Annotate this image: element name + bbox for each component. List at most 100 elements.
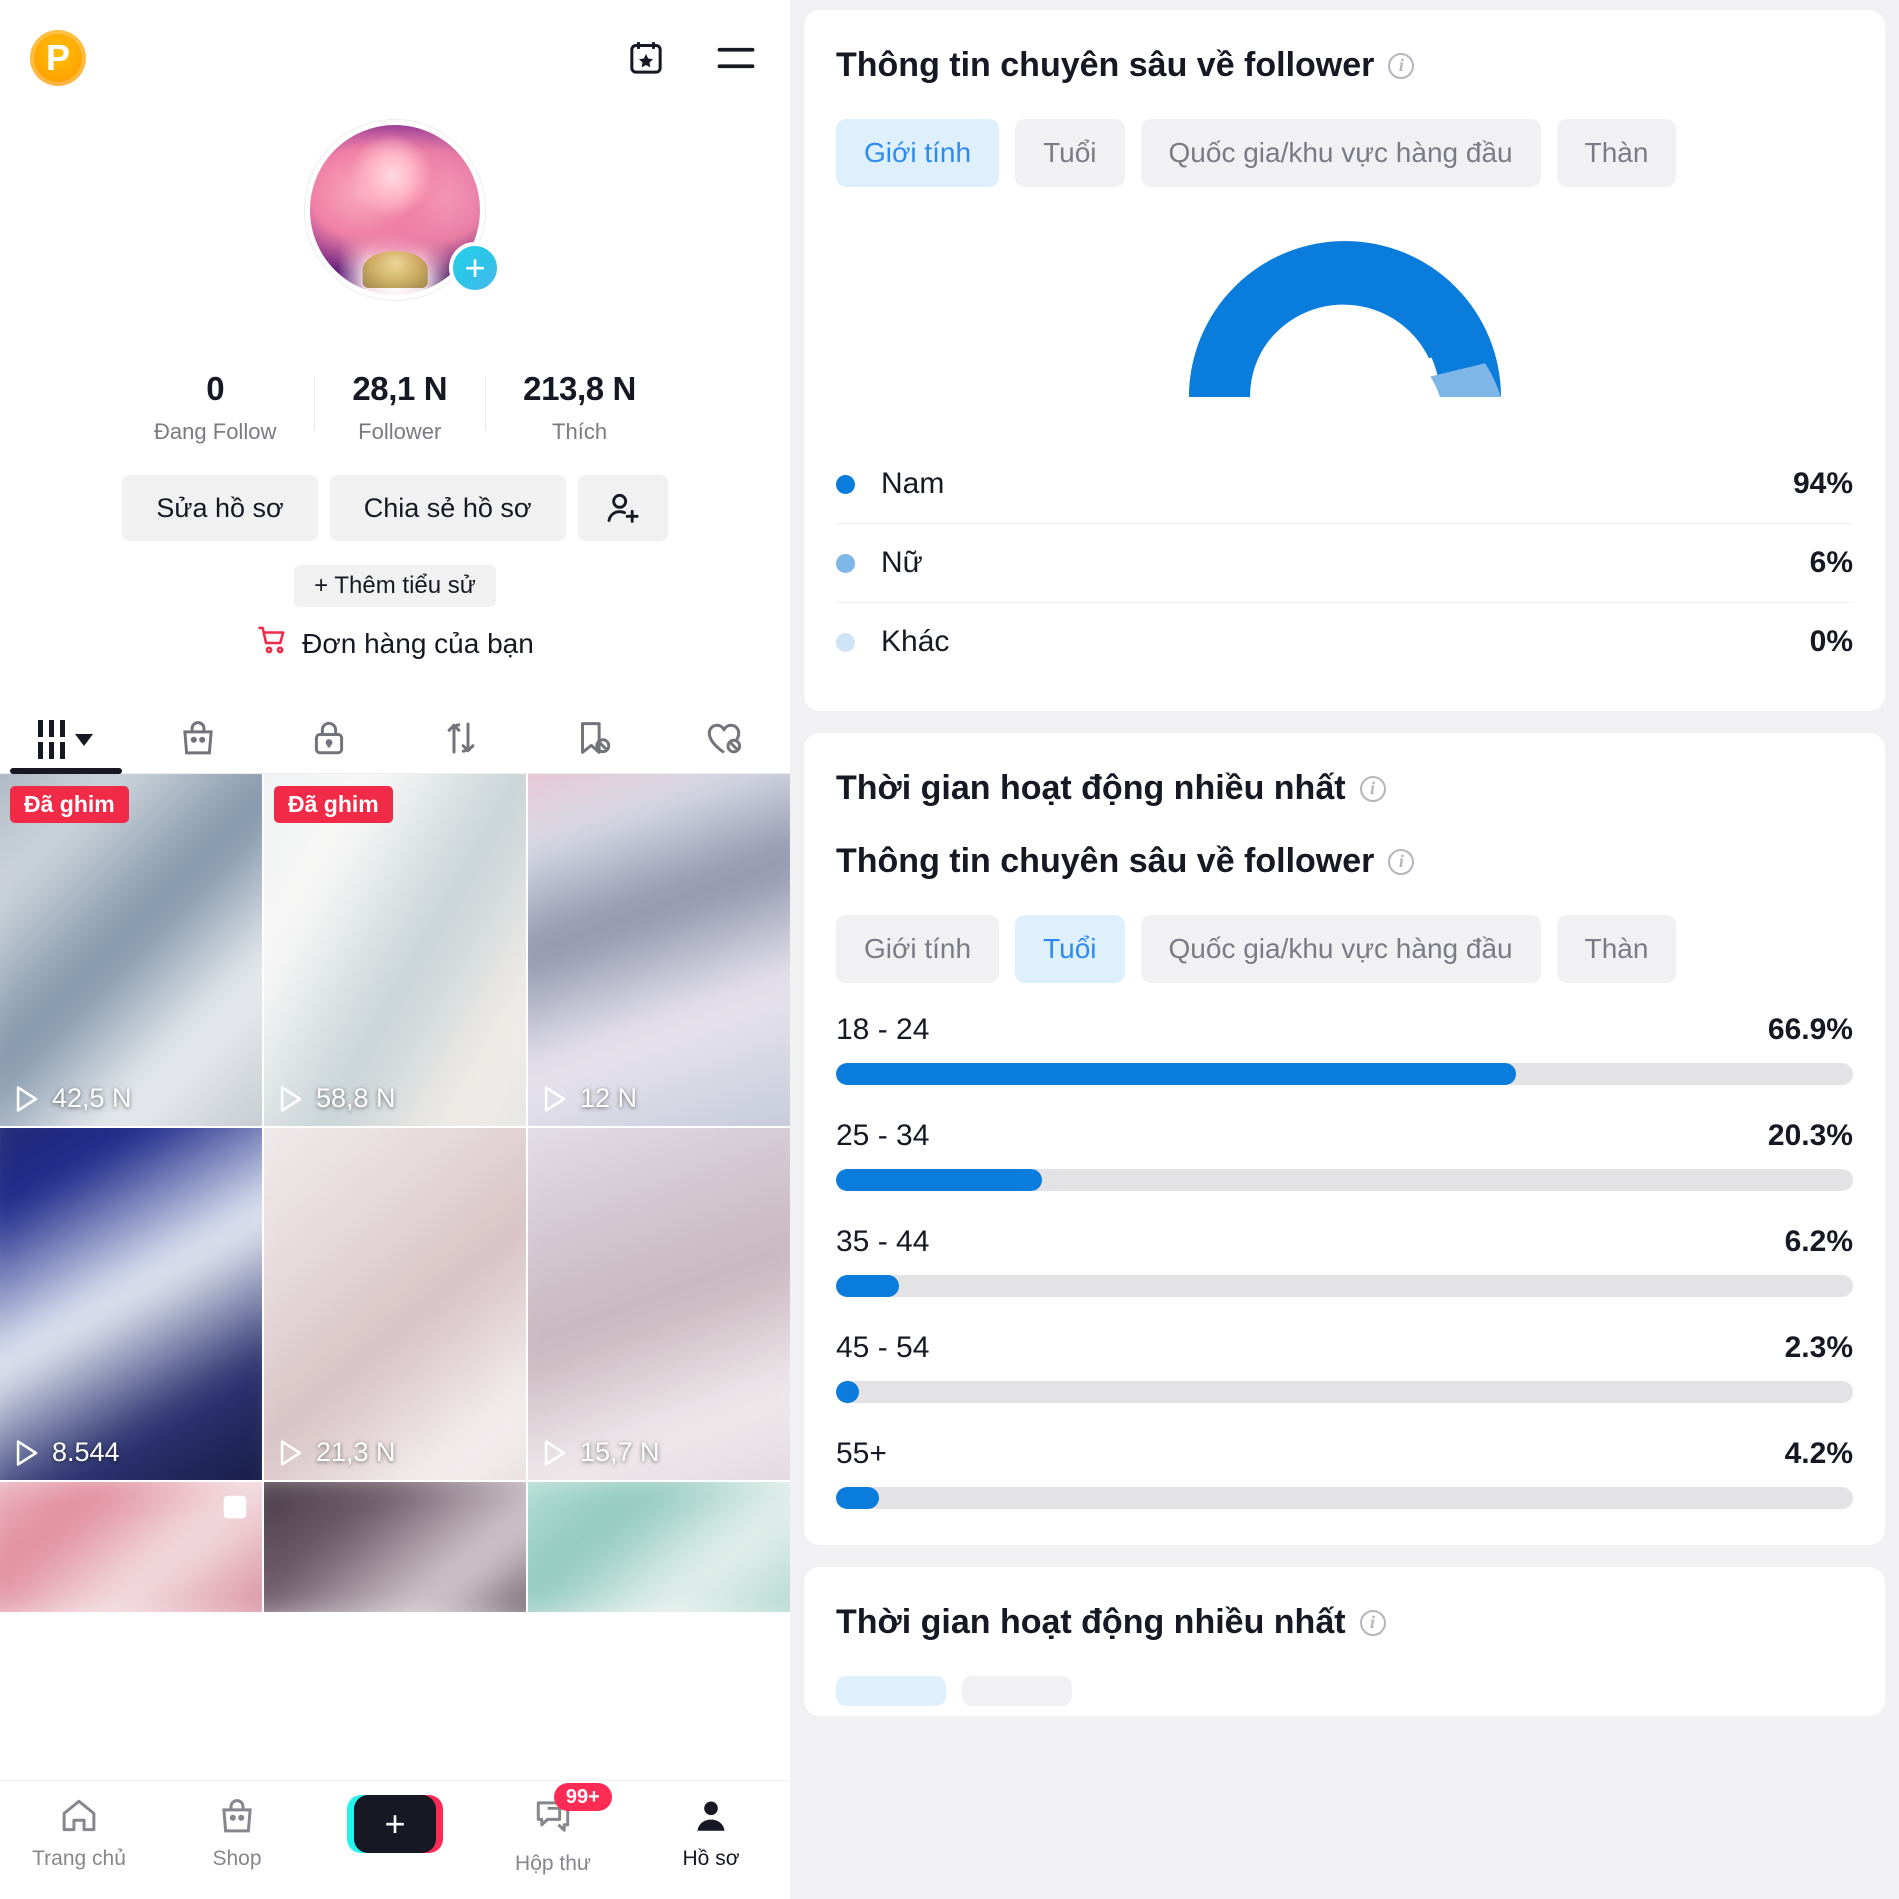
age-row: 45 - 54 2.3% [836,1331,1853,1403]
legend-dot-khac [836,632,855,652]
video-cell[interactable]: 8.544 [0,1128,262,1480]
tab-reposts[interactable] [395,684,527,773]
tab-quoc-gia[interactable]: Quốc gia/khu vực hàng đầu [1140,915,1541,983]
tab-placeholder-1[interactable] [836,1676,946,1706]
video-grid: Đã ghim 42,5 N Đã ghim 58,8 N 12 N 8.544… [0,774,790,1612]
tab-thanh-pho[interactable]: Thàn [1556,915,1677,983]
stat-following[interactable]: 0 Đang Follow [116,370,314,445]
tab-videos[interactable] [0,684,132,773]
nav-item-create[interactable]: + [316,1795,474,1853]
play-icon [280,1439,302,1466]
video-cell[interactable]: Đã ghim 58,8 N [264,774,526,1126]
video-thumbnail [0,774,262,1126]
age-bar-track [836,1063,1853,1085]
tab-thanh-pho[interactable]: Thàn [1556,119,1677,187]
age-bar-fill [836,1275,900,1297]
age-row: 18 - 24 66.9% [836,1013,1853,1085]
view-count-label: 12 N [580,1083,638,1113]
create-plus-icon[interactable]: + [347,1795,443,1853]
age-label: 25 - 34 [836,1119,930,1152]
nav-item-shop[interactable]: Shop [158,1795,316,1871]
person-icon [697,1801,725,1831]
tab-saved[interactable] [527,684,659,773]
legend-dot-nu [836,553,855,573]
video-cell[interactable] [528,1482,790,1612]
stat-value: 28,1 N [352,370,448,407]
info-icon[interactable]: i [1388,848,1415,875]
pinned-badge: Đã ghim [274,786,393,823]
tab-quoc-gia[interactable]: Quốc gia/khu vực hàng đầu [1140,119,1541,187]
plus-icon[interactable]: + [449,242,501,294]
legend-value-nam: 94% [1792,467,1853,500]
carousel-icon [220,1492,250,1527]
tab-placeholder-2[interactable] [962,1676,1072,1706]
age-bar-fill [836,1063,1517,1085]
info-icon[interactable]: i [1359,1609,1386,1636]
tab-tuoi[interactable]: Tuổi [1015,119,1125,187]
legend-row-nu: Nữ 6% [836,524,1853,603]
info-icon[interactable]: i [1388,52,1415,79]
play-icon [544,1439,566,1466]
age-row: 25 - 34 20.3% [836,1119,1853,1191]
video-thumbnail [264,774,526,1126]
pro-badge-icon[interactable]: P [30,29,86,86]
shopping-bag-icon [222,1799,252,1833]
hamburger-menu-icon[interactable] [712,34,760,82]
age-bar-fill [836,1487,879,1509]
view-count: 15,7 N [542,1437,660,1468]
analytics-panel[interactable]: Thông tin chuyên sâu về follower i Giới … [790,0,1899,1899]
add-bio-button[interactable]: + Thêm tiểu sử [294,565,496,607]
legend-label-nam: Nam [881,467,945,500]
view-count: 12 N [542,1083,637,1114]
view-count-label: 58,8 N [316,1083,396,1113]
video-cell[interactable]: 21,3 N [264,1128,526,1480]
edit-profile-button[interactable]: Sửa hồ sơ [122,475,318,541]
video-cell[interactable] [264,1482,526,1612]
info-icon[interactable]: i [1359,775,1386,802]
bottom-navigation: Trang chủ Shop + 99+ Hộp thư Hồ sơ [0,1780,790,1899]
tab-liked[interactable] [658,684,790,773]
legend-dot-nam [836,474,855,494]
video-cell[interactable] [0,1482,262,1612]
video-thumbnail [264,1482,526,1612]
grid-bars-icon [38,720,66,759]
tab-private[interactable] [263,684,395,773]
legend-value-khac: 0% [1809,625,1853,658]
age-bar-fill [836,1381,860,1403]
follower-insights-age-card: Thời gian hoạt động nhiều nhất i Thông t… [804,733,1885,1545]
activity-title-2-label: Thời gian hoạt động nhiều nhất [836,1603,1346,1641]
video-cell[interactable]: 15,7 N [528,1128,790,1480]
video-cell[interactable]: 12 N [528,774,790,1126]
nav-label: Hộp thư [515,1852,591,1875]
orders-link[interactable]: Đơn hàng của bạn [256,623,534,664]
video-cell[interactable]: Đã ghim 42,5 N [0,774,262,1126]
nav-item-inbox[interactable]: 99+ Hộp thư [474,1783,632,1876]
profile-stats: 0 Đang Follow 28,1 N Follower 213,8 N Th… [0,370,790,445]
add-user-button[interactable] [577,475,668,541]
nav-item-profile[interactable]: Hồ sơ [632,1795,790,1871]
calendar-star-icon[interactable] [622,34,670,82]
view-count-label: 21,3 N [316,1437,396,1467]
tab-gioi-tinh[interactable]: Giới tính [836,119,1000,187]
chevron-down-icon[interactable] [75,733,94,746]
nav-item-home[interactable]: Trang chủ [0,1795,158,1871]
share-profile-button[interactable]: Chia sẻ hồ sơ [329,475,566,541]
tab-gioi-tinh[interactable]: Giới tính [836,915,1000,983]
legend-row-khac: Khác 0% [836,603,1853,681]
play-icon [544,1085,566,1112]
view-count-label: 15,7 N [580,1437,660,1467]
avatar[interactable]: + [305,120,501,300]
legend-row-nam: Nam 94% [836,445,1853,524]
unread-badge: 99+ [553,1783,612,1811]
age-distribution-chart: 18 - 24 66.9% 25 - 34 20.3% 35 - 44 6.2%… [836,1013,1853,1509]
stat-value: 213,8 N [523,370,636,407]
stat-likes[interactable]: 213,8 N Thích [485,370,674,445]
tab-tuoi[interactable]: Tuổi [1015,915,1125,983]
stat-label: Đang Follow [154,419,277,444]
age-label: 18 - 24 [836,1013,930,1046]
home-icon [62,1799,96,1832]
stat-followers[interactable]: 28,1 N Follower [314,370,485,445]
age-card-tabs: Giới tính Tuổi Quốc gia/khu vực hàng đầu… [836,915,1853,983]
tab-shop[interactable] [132,684,264,773]
gauge-svg [1188,241,1501,397]
